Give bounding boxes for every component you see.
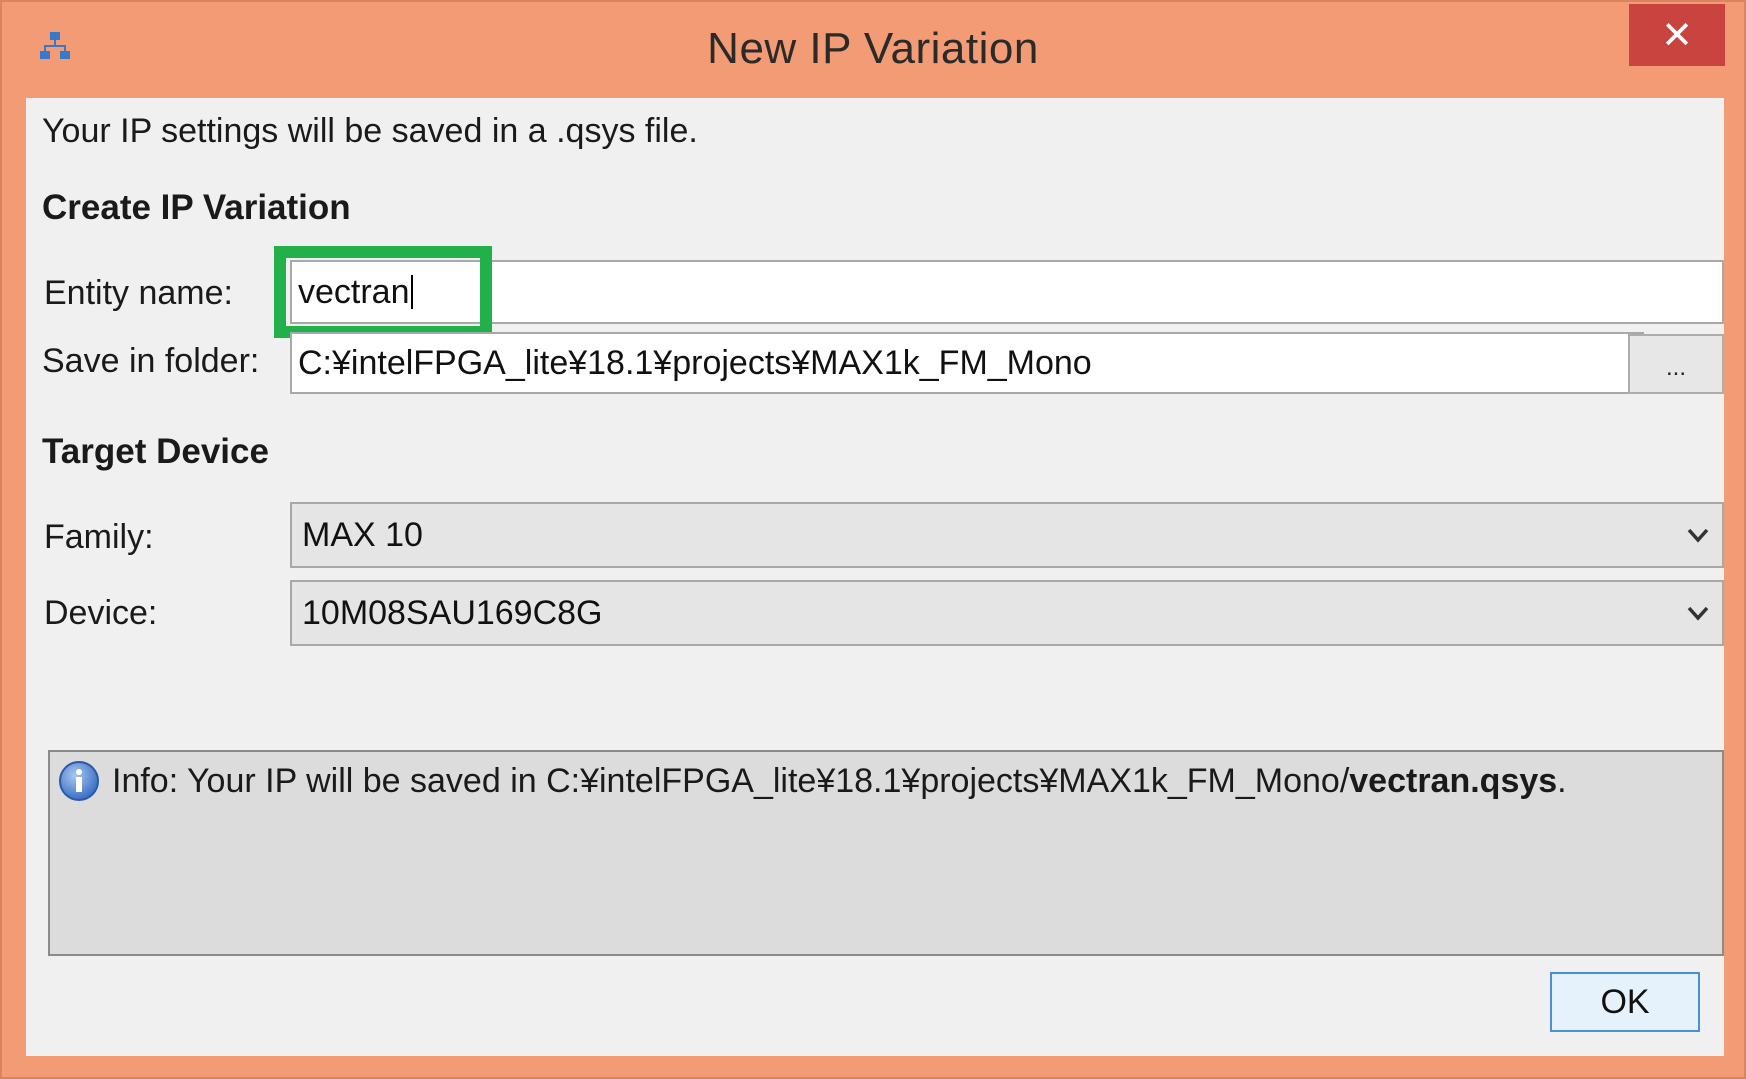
intro-text: Your IP settings will be saved in a .qsy… (42, 112, 698, 150)
info-message-suffix: . (1557, 762, 1567, 800)
info-filename: vectran.qsys (1349, 762, 1558, 800)
family-select[interactable]: MAX 10 (290, 502, 1724, 568)
entity-name-highlight (274, 246, 492, 338)
dialog-body: Your IP settings will be saved in a .qsy… (26, 98, 1724, 1056)
close-icon: ✕ (1661, 13, 1693, 57)
target-device-heading: Target Device (42, 432, 269, 471)
close-button[interactable]: ✕ (1629, 4, 1725, 66)
ok-button[interactable]: OK (1550, 972, 1700, 1032)
chevron-down-icon (1687, 606, 1709, 621)
family-value: MAX 10 (302, 515, 423, 554)
info-message-prefix: Info: Your IP will be saved in C:¥intelF… (112, 762, 1350, 800)
title-bar[interactable]: New IP Variation ✕ (2, 2, 1744, 98)
save-in-folder-value: C:¥intelFPGA_lite¥18.1¥projects¥MAX1k_FM… (298, 343, 1092, 382)
entity-name-label: Entity name: (44, 274, 233, 312)
browse-folder-button[interactable]: ... (1628, 334, 1724, 394)
device-value: 10M08SAU169C8G (302, 593, 603, 632)
dialog-window: New IP Variation ✕ Your IP settings will… (0, 0, 1746, 1079)
entity-name-field[interactable]: vectran (290, 260, 1724, 324)
info-icon (59, 761, 99, 801)
info-panel: Info: Your IP will be saved in C:¥intelF… (48, 750, 1724, 956)
save-in-folder-label: Save in folder: (42, 342, 260, 380)
family-label: Family: (44, 518, 154, 556)
create-ip-variation-heading: Create IP Variation (42, 188, 351, 227)
save-in-folder-field[interactable]: C:¥intelFPGA_lite¥18.1¥projects¥MAX1k_FM… (290, 332, 1644, 394)
device-label: Device: (44, 594, 158, 632)
dialog-title: New IP Variation (707, 24, 1039, 73)
info-message: Info: Your IP will be saved in C:¥intelF… (112, 762, 1567, 801)
chevron-down-icon (1687, 528, 1709, 543)
device-select[interactable]: 10M08SAU169C8G (290, 580, 1724, 646)
